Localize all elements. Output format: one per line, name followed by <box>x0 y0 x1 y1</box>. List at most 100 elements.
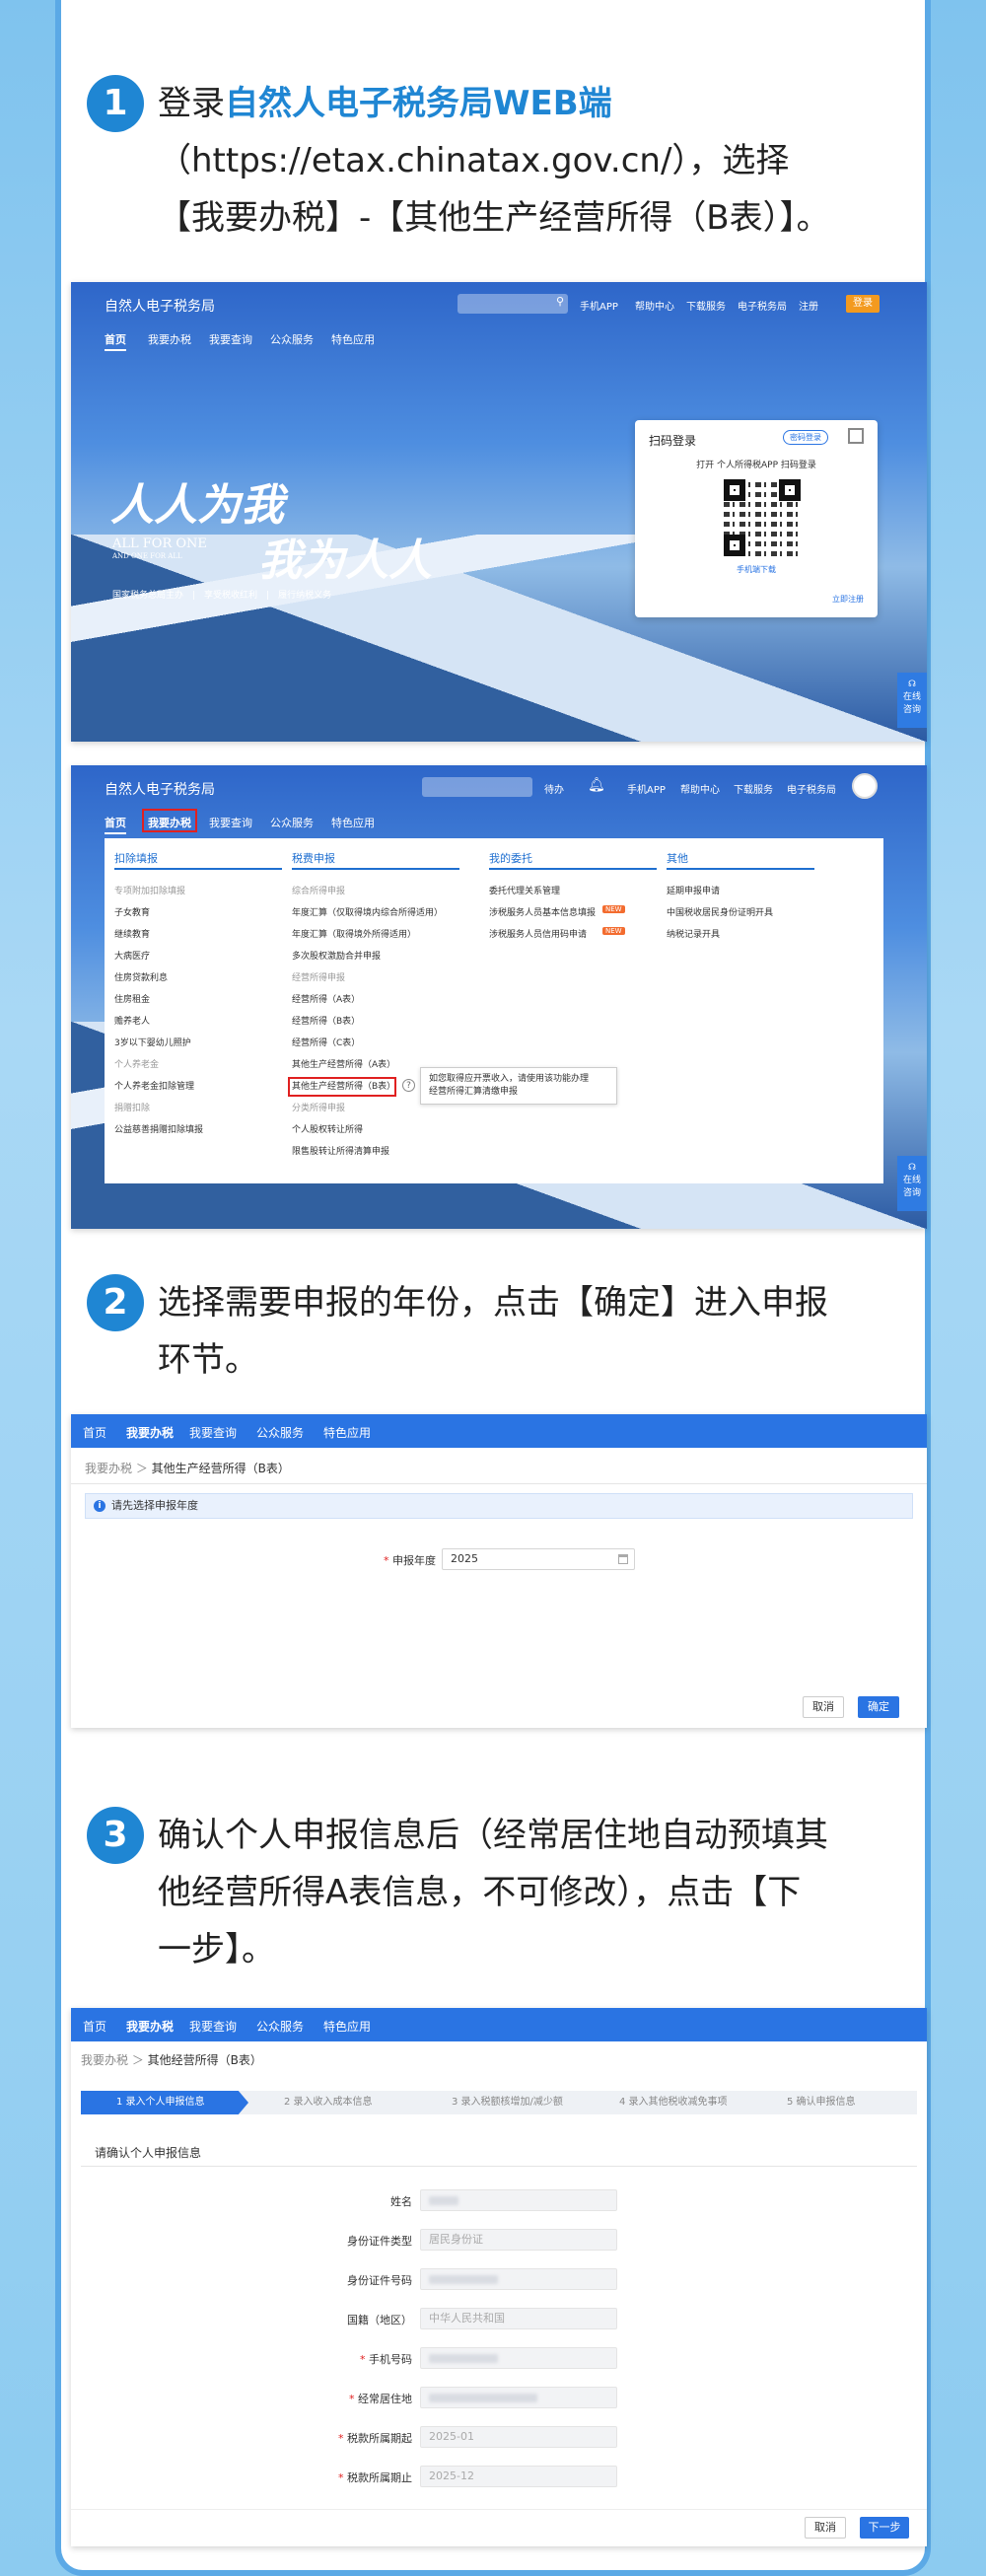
menu-item: 个人养老金 <box>114 1060 160 1070</box>
link-help[interactable]: 帮助中心 <box>635 298 674 313</box>
site-brand: 自然人电子税务局 <box>105 299 215 315</box>
nav-special[interactable]: 特色应用 <box>323 2018 371 2035</box>
menu-col-title: 扣除填报 <box>114 852 158 865</box>
next-step-button[interactable]: 下一步 <box>860 2517 909 2539</box>
nav-home[interactable]: 首页 <box>105 815 126 834</box>
nav-public[interactable]: 公众服务 <box>256 2018 304 2035</box>
menu-item[interactable]: 经营所得（C表） <box>292 1036 360 1048</box>
calendar-icon <box>618 1554 628 1564</box>
menu-item[interactable]: 延期申报申请 <box>667 884 720 896</box>
nav-public[interactable]: 公众服务 <box>256 1424 304 1441</box>
avatar[interactable] <box>852 773 878 799</box>
year-picker[interactable]: 2025 <box>442 1548 635 1570</box>
online-help-button[interactable]: ☊ 在线 咨询 <box>897 673 927 728</box>
menu-item[interactable]: 委托代理关系管理 <box>489 884 560 896</box>
menu-item[interactable]: 赡养老人 <box>114 1014 150 1027</box>
menu-item[interactable]: 其他生产经营所得（A表） <box>292 1057 395 1070</box>
link-register[interactable]: 注册 <box>799 298 818 313</box>
help-icon[interactable]: ? <box>402 1079 415 1092</box>
menu-item[interactable]: 个人股权转让所得 <box>292 1122 363 1135</box>
menu-item[interactable]: 经营所得（B表） <box>292 1014 360 1027</box>
cancel-button[interactable]: 取消 <box>803 1696 844 1718</box>
nav-public[interactable]: 公众服务 <box>270 815 314 830</box>
confirm-button[interactable]: 确定 <box>858 1696 899 1718</box>
menu-col-title: 税费申报 <box>292 852 335 865</box>
site-search-input[interactable]: ⚲ <box>458 294 568 314</box>
menu-item: 捐赠扣除 <box>114 1104 151 1113</box>
content-card: 1 登录自然人电子税务局WEB端 （https://etax.chinatax.… <box>55 0 931 2576</box>
menu-item[interactable]: 大病医疗 <box>114 949 150 962</box>
nav-query[interactable]: 我要查询 <box>189 1424 237 1441</box>
menu-item[interactable]: 公益慈善捐赠扣除填报 <box>114 1122 203 1135</box>
field-input: 2025-12 <box>420 2466 617 2487</box>
link-mobile-app[interactable]: 手机APP <box>580 298 618 313</box>
nav-special[interactable]: 特色应用 <box>331 331 375 347</box>
link-mobile-app[interactable]: 手机APP <box>627 781 666 796</box>
download-link[interactable]: 手机端下载 <box>635 564 878 575</box>
qr-title: 扫码登录 <box>649 434 697 448</box>
link-download[interactable]: 下载服务 <box>686 298 726 313</box>
menu-item[interactable]: 涉税服务人员信用码申请 <box>489 927 587 940</box>
link-download[interactable]: 下载服务 <box>734 781 773 796</box>
nav-query[interactable]: 我要查询 <box>189 2018 237 2035</box>
bell-icon[interactable]: 🔔︎ <box>588 777 605 793</box>
menu-item[interactable]: 涉税服务人员基本信息填报 <box>489 905 596 918</box>
link-todo[interactable]: 待办 <box>544 781 564 796</box>
nav-public[interactable]: 公众服务 <box>270 331 314 347</box>
qr-hint: 打开 个人所得税APP 扫码登录 <box>696 461 816 470</box>
site-search-input[interactable] <box>422 777 532 797</box>
step-3-text: 确认个人申报信息后（经常居住地自动预填其 他经营所得A表信息，不可修改），点击【… <box>158 1816 828 1969</box>
nav-tax[interactable]: 我要办税 <box>126 1424 174 1441</box>
online-help-button[interactable]: ☊ 在线 咨询 <box>897 1156 927 1211</box>
cancel-button[interactable]: 取消 <box>805 2517 846 2539</box>
redacted-value <box>429 2275 498 2284</box>
new-badge: NEW <box>602 927 625 935</box>
slogan-en: ALL FOR ONE <box>112 537 207 551</box>
search-icon: ⚲ <box>555 295 564 308</box>
breadcrumb-root[interactable]: 我要办税 <box>85 1462 132 1475</box>
field-label: 国籍（地区） <box>347 2314 412 2326</box>
login-button[interactable]: 登录 <box>846 295 880 313</box>
screenshot-login-page: 自然人电子税务局 ⚲ 手机APP 帮助中心 下载服务 电子税务局 注册 登录 首… <box>71 282 927 742</box>
menu-item[interactable]: 继续教育 <box>114 927 150 940</box>
menu-item[interactable]: 年度汇算（仅取得境内综合所得适用） <box>292 905 443 918</box>
breadcrumb-root[interactable]: 我要办税 <box>81 2053 128 2067</box>
menu-item[interactable]: 纳税记录开具 <box>667 927 720 940</box>
menu-item[interactable]: 3岁以下婴幼儿照护 <box>114 1036 191 1048</box>
nav-query[interactable]: 我要查询 <box>209 815 252 830</box>
menu-item[interactable]: 住房租金 <box>114 992 150 1005</box>
nav-tax[interactable]: 我要办税 <box>148 331 191 347</box>
menu-col-underline <box>114 868 282 870</box>
highlight-nav-tax <box>142 809 197 832</box>
menu-item[interactable]: 多次股权激励合并申报 <box>292 949 381 962</box>
link-help[interactable]: 帮助中心 <box>680 781 720 796</box>
top-nav-bar: 首页 我要办税 我要查询 公众服务 特色应用 <box>71 2008 927 2041</box>
nav-special[interactable]: 特色应用 <box>323 1424 371 1441</box>
link-etax[interactable]: 电子税务局 <box>787 781 836 796</box>
menu-item[interactable]: 经营所得（A表） <box>292 992 360 1005</box>
breadcrumb-current: 其他生产经营所得（B表） <box>151 1462 290 1475</box>
menu-col-underline <box>667 868 814 870</box>
menu-item[interactable]: 年度汇算（取得境外所得适用） <box>292 927 416 940</box>
menu-item[interactable]: 住房贷款利息 <box>114 970 168 983</box>
field-input <box>420 2347 617 2369</box>
nav-home[interactable]: 首页 <box>83 2018 106 2035</box>
menu-item[interactable]: 个人养老金扣除管理 <box>114 1079 194 1092</box>
nav-home[interactable]: 首页 <box>83 1424 106 1441</box>
link-etax[interactable]: 电子税务局 <box>738 298 787 313</box>
menu-item[interactable]: 子女教育 <box>114 905 150 918</box>
nav-special[interactable]: 特色应用 <box>331 815 375 830</box>
menu-item[interactable]: 限售股转让所得清算申报 <box>292 1144 389 1157</box>
step-3: 3 录入税额核增加/减少额 <box>452 2097 563 2108</box>
menu-item[interactable]: 中国税收居民身份证明开具 <box>667 905 773 918</box>
register-link[interactable]: 立即注册 <box>832 594 864 605</box>
pc-icon[interactable] <box>848 428 864 444</box>
nav-tax[interactable]: 我要办税 <box>126 2018 174 2035</box>
nav-query[interactable]: 我要查询 <box>209 331 252 347</box>
menu-col-title: 其他 <box>667 852 688 865</box>
nav-home[interactable]: 首页 <box>105 331 126 351</box>
redacted-value <box>429 2196 458 2205</box>
step-1-badge: 1 <box>87 75 144 132</box>
password-login-tab[interactable]: 密码登录 <box>783 430 828 445</box>
motto: 国家税务总局主办 | 享受税收红利 | 履行纳税义务 <box>112 591 332 601</box>
